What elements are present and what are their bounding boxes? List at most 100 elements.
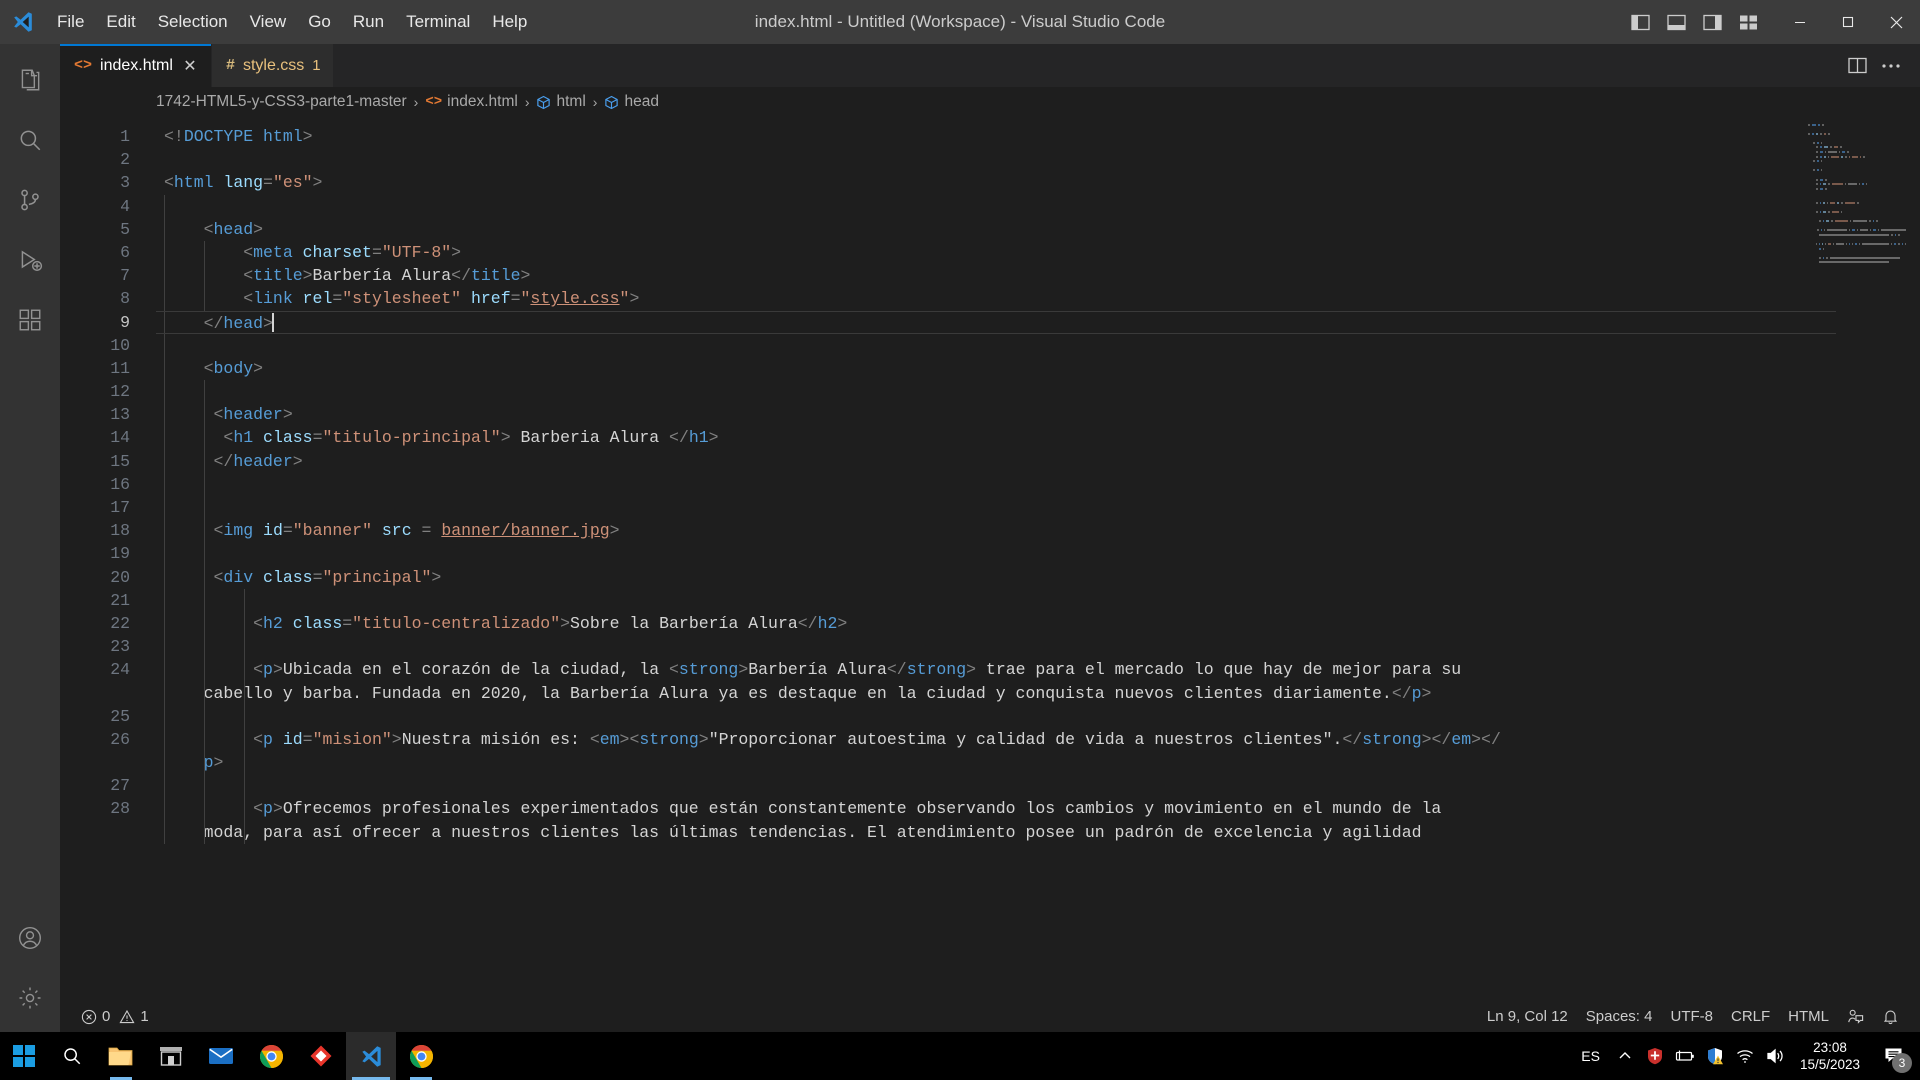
close-button[interactable] (1872, 0, 1920, 44)
volume-icon[interactable] (1760, 1032, 1790, 1080)
menu-terminal[interactable]: Terminal (395, 8, 481, 36)
menu-edit[interactable]: Edit (95, 8, 146, 36)
taskbar-visual-studio-code[interactable] (346, 1032, 396, 1080)
code-line[interactable]: <h2 class="titulo-centralizado">Sobre la… (156, 611, 1920, 636)
code-token-punct: > (738, 660, 749, 680)
security-shield-icon[interactable] (1640, 1032, 1670, 1080)
code-line[interactable] (156, 542, 1920, 566)
menu-go[interactable]: Go (297, 8, 342, 36)
customize-layout-icon[interactable] (1730, 2, 1766, 42)
code-line[interactable] (156, 704, 1920, 728)
code-line[interactable]: <h1 class="titulo-principal"> Barberia A… (156, 426, 1920, 450)
minimize-button[interactable] (1776, 0, 1824, 44)
code-line[interactable]: <p>Ofrecemos profesionales experimentado… (156, 797, 1920, 821)
breadcrumb-item-file[interactable]: <> index.html (425, 93, 517, 111)
taskbar-search-icon[interactable] (48, 1032, 96, 1080)
activity-extensions[interactable] (0, 290, 60, 350)
breadcrumb-item-html[interactable]: html (536, 93, 586, 111)
taskbar-adobe-app[interactable] (296, 1032, 346, 1080)
activity-accounts[interactable] (0, 908, 60, 968)
activity-run-and-debug[interactable] (0, 230, 60, 290)
panel-bottom-icon[interactable] (1658, 2, 1694, 42)
menu-selection[interactable]: Selection (147, 8, 239, 36)
activity-source-control[interactable] (0, 170, 60, 230)
notification-center-icon[interactable]: 3 (1870, 1032, 1916, 1080)
code-line[interactable]: moda, para así ofrecer a nuestros client… (156, 820, 1920, 844)
code-line[interactable] (156, 496, 1920, 520)
code-editor[interactable]: 1 2 3 4 5 6 7 8 9 10 11 12 13 14 15 16 17 18 19 20 21 22 23 24 2… (60, 117, 1920, 1000)
menu-help[interactable]: Help (481, 8, 538, 36)
taskbar-google-chrome[interactable] (246, 1032, 296, 1080)
menu-run[interactable]: Run (342, 8, 395, 36)
activity-settings-gear-icon[interactable] (0, 968, 60, 1028)
status-editor-position[interactable]: Ln 9, Col 12 (1478, 1001, 1577, 1033)
code-line[interactable]: <!DOCTYPE html> (156, 125, 1920, 148)
wifi-icon[interactable] (1730, 1032, 1760, 1080)
status-eol[interactable]: CRLF (1722, 1001, 1779, 1033)
code-line[interactable]: </header> (156, 449, 1920, 473)
breadcrumb[interactable]: 1742-HTML5-y-CSS3-parte1-master › <> ind… (60, 87, 1920, 117)
code-line[interactable]: <head> (156, 217, 1920, 241)
battery-icon[interactable] (1670, 1032, 1700, 1080)
more-actions-icon[interactable] (1876, 51, 1906, 81)
breadcrumb-item-head[interactable]: head (604, 93, 659, 111)
activity-search[interactable] (0, 110, 60, 170)
code-token-link[interactable]: style.css (530, 289, 619, 308)
close-icon[interactable]: ✕ (181, 56, 199, 76)
code-line[interactable] (156, 472, 1920, 496)
panel-left-icon[interactable] (1622, 2, 1658, 42)
code-line[interactable]: <link rel="stylesheet" href="style.css"> (156, 287, 1920, 311)
code-line[interactable] (156, 774, 1920, 798)
code-line[interactable]: <img id="banner" src = banner/banner.jpg… (156, 519, 1920, 543)
code-line[interactable]: cabello y barba. Fundada en 2020, la Bar… (156, 681, 1920, 705)
status-problems[interactable]: 0 1 (72, 1001, 158, 1033)
split-editor-icon[interactable] (1842, 51, 1872, 81)
breadcrumb-item-folder[interactable]: 1742-HTML5-y-CSS3-parte1-master (156, 93, 407, 111)
code-line[interactable]: </head> (156, 310, 1836, 334)
maximize-button[interactable] (1824, 0, 1872, 44)
tab-index-html[interactable]: <> index.html ✕ (60, 44, 212, 87)
status-encoding[interactable]: UTF-8 (1661, 1001, 1722, 1033)
panel-right-icon[interactable] (1694, 2, 1730, 42)
code-line[interactable]: <header> (156, 403, 1920, 427)
code-line[interactable] (156, 148, 1920, 171)
status-indentation[interactable]: Spaces: 4 (1577, 1001, 1662, 1033)
taskbar-file-explorer[interactable] (96, 1032, 146, 1080)
windows-start-icon[interactable] (0, 1032, 48, 1080)
code-line[interactable] (156, 380, 1920, 404)
show-hidden-icons[interactable] (1610, 1032, 1640, 1080)
taskbar-microsoft-store[interactable] (146, 1032, 196, 1080)
code-line[interactable]: <p id="mision">Nuestra misión es: <em><s… (156, 727, 1920, 752)
menu-view[interactable]: View (239, 8, 298, 36)
taskbar-clock[interactable]: 23:08 15/5/2023 (1790, 1039, 1870, 1073)
code-token-link[interactable]: banner/banner.jpg (441, 521, 609, 540)
code-line[interactable]: p> (156, 751, 1920, 775)
activity-explorer[interactable] (0, 50, 60, 110)
code-token-punct: </ (203, 313, 224, 333)
menu-file[interactable]: File (46, 8, 95, 36)
editor-scrollbar[interactable] (1906, 117, 1920, 1000)
code-line[interactable]: <div class="principal"> (156, 565, 1920, 589)
code-line[interactable]: <title>Barbería Alura</title> (156, 264, 1920, 288)
code-line[interactable]: <body> (156, 356, 1920, 381)
code-line[interactable]: <meta charset="UTF-8"> (156, 240, 1920, 265)
code-line[interactable] (156, 333, 1920, 357)
code-line[interactable]: <html lang="es"> (156, 171, 1920, 194)
bell-icon[interactable] (1873, 1001, 1908, 1033)
code-token-punct: > (629, 289, 640, 309)
status-language-mode[interactable]: HTML (1779, 1001, 1838, 1033)
taskbar-mail[interactable] (196, 1032, 246, 1080)
code-line[interactable] (156, 194, 1920, 218)
windows-defender-warning-icon[interactable] (1700, 1032, 1730, 1080)
code-line[interactable] (156, 588, 1920, 612)
tab-style-css[interactable]: # style.css 1 (211, 44, 334, 87)
code-content[interactable]: <!DOCTYPE html> <html lang="es"> <head> <… (156, 117, 1920, 1000)
taskbar-google-chrome-2[interactable] (396, 1032, 446, 1080)
code-line[interactable] (156, 635, 1920, 659)
code-line[interactable]: <p>Ubicada en el corazón de la ciudad, l… (156, 658, 1920, 682)
menu-bar[interactable]: File Edit Selection View Go Run Terminal… (46, 8, 538, 36)
tray-language[interactable]: ES (1571, 1048, 1610, 1064)
code-token-tag: strong (678, 660, 739, 680)
feedback-icon[interactable] (1838, 1001, 1873, 1033)
line-number: 8 (120, 289, 130, 309)
